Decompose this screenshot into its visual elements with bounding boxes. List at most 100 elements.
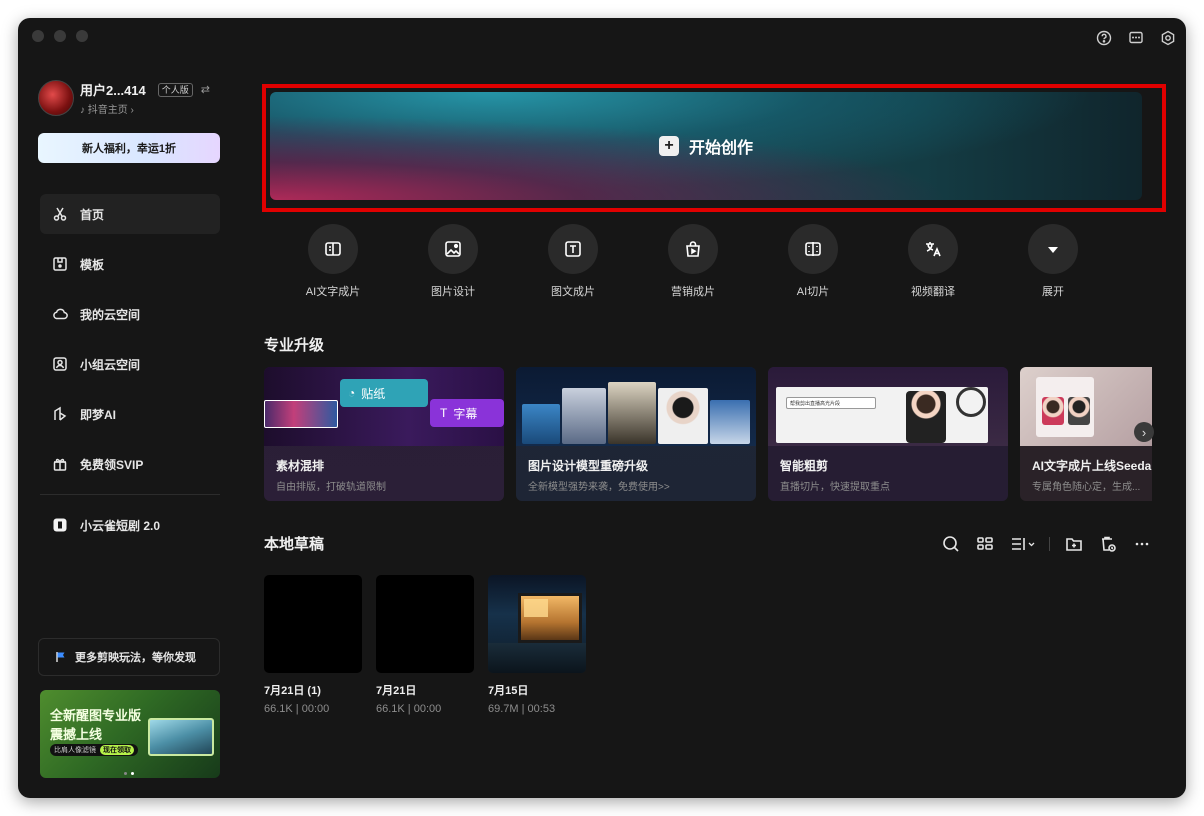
plan-badge: 个人版 bbox=[157, 82, 193, 97]
draft-meta: 69.7M | 00:53 bbox=[488, 703, 556, 715]
shop-window bbox=[524, 599, 548, 617]
scissors-icon bbox=[53, 207, 67, 221]
sidebar-divider bbox=[40, 494, 220, 495]
poster-image bbox=[608, 382, 656, 444]
prompt-bar: 帮我剪出直播高光片段 bbox=[786, 397, 876, 409]
draft-toolbar bbox=[941, 534, 1152, 554]
draft-meta: 66.1K | 00:00 bbox=[264, 703, 330, 715]
sidebar-item-label: 小组云空间 bbox=[80, 357, 141, 372]
text-t-icon: T bbox=[440, 406, 448, 420]
user-profile[interactable]: 用户2...414 个人版 ⇄ ♪ 抖音主页 › bbox=[38, 80, 210, 116]
poster-image bbox=[562, 388, 606, 444]
sidebar-item-jimeng-ai[interactable]: 即梦AI bbox=[40, 394, 220, 434]
card-material-mix[interactable]: ◔ 贴纸 T 字幕 素材混排 自由排版，打破轨道限制 bbox=[264, 367, 504, 501]
card-subtitle: 专属角色随心定，生成... bbox=[1032, 482, 1141, 493]
ad-banner[interactable]: 全新醒图专业版 震撼上线 比肩人像滤镜 现在领取 bbox=[40, 690, 220, 778]
card-subtitle: 全新模型强势来袭，免费使用>> bbox=[528, 482, 670, 493]
douyin-home-link[interactable]: ♪ 抖音主页 › bbox=[80, 101, 210, 116]
card-subtitle: 自由排版，打破轨道限制 bbox=[276, 482, 386, 493]
plus-icon: + bbox=[658, 136, 679, 156]
expand-down-icon bbox=[1048, 247, 1058, 253]
draft-item[interactable]: 7月21日 66.1K | 00:00 bbox=[376, 575, 474, 715]
start-creation-label: 开始创作 bbox=[688, 140, 753, 157]
draft-thumbnail bbox=[376, 575, 474, 673]
draft-list: 7月21日 (1) 66.1K | 00:00 7月21日 66.1K | 00… bbox=[264, 575, 586, 715]
image-design-icon bbox=[445, 241, 461, 257]
sidebar-item-home[interactable]: 首页 bbox=[40, 194, 220, 234]
avatar[interactable] bbox=[38, 80, 74, 116]
tool-label: 视频翻译 bbox=[911, 286, 955, 298]
sidebar-item-free-svip[interactable]: 免费领SVIP bbox=[40, 444, 220, 484]
ad-pill-text: 比肩人像滤镜 bbox=[54, 747, 96, 754]
recycle-bin-icon[interactable] bbox=[1098, 534, 1118, 554]
jimeng-icon bbox=[54, 406, 67, 421]
sidebar-item-label: 小云雀短剧 2.0 bbox=[80, 518, 161, 533]
tool-label: 营销成片 bbox=[671, 286, 715, 298]
street-image bbox=[488, 643, 586, 673]
group-cloud-icon bbox=[53, 357, 67, 371]
ad-cta[interactable]: 现在领取 bbox=[100, 745, 134, 755]
carousel-dot-active[interactable] bbox=[131, 772, 134, 775]
ad-title-line1: 全新醒图专业版 bbox=[50, 708, 142, 723]
character-avatar bbox=[1068, 397, 1090, 425]
tool-text-image-video[interactable]: 图文成片 bbox=[548, 224, 598, 299]
pro-upgrade-title: 专业升级 bbox=[264, 337, 325, 354]
more-options-icon[interactable] bbox=[1132, 534, 1152, 554]
sticker-label: 贴纸 bbox=[361, 386, 386, 401]
card-smart-rough-cut[interactable]: 帮我剪出直播高光片段 智能粗剪 直播切片，快速提取重点 bbox=[768, 367, 1008, 501]
tool-ai-text-video[interactable]: AI文字成片 bbox=[306, 224, 360, 299]
start-creation-button[interactable]: + 开始创作 bbox=[270, 92, 1142, 200]
new-folder-icon[interactable] bbox=[1064, 534, 1084, 554]
local-drafts-title: 本地草稿 bbox=[264, 536, 325, 553]
live-screen-image: 帮我剪出直播高光片段 bbox=[776, 387, 988, 443]
user-name: 用户2...414 bbox=[80, 83, 146, 98]
tool-marketing-video[interactable]: 营销成片 bbox=[668, 224, 718, 299]
draft-item[interactable]: 7月15日 69.7M | 00:53 bbox=[488, 575, 586, 715]
draft-thumbnail bbox=[264, 575, 362, 673]
more-features-link[interactable]: 更多剪映玩法，等你发现 bbox=[38, 638, 220, 676]
tool-image-design[interactable]: 图片设计 bbox=[428, 224, 478, 299]
toolbar-separator bbox=[1049, 537, 1050, 551]
card-image-design-upgrade[interactable]: 图片设计模型重磅升级 全新模型强势来袭，免费使用>> bbox=[516, 367, 756, 501]
tool-video-translate[interactable]: 视频翻译 bbox=[908, 224, 958, 299]
chevron-right-icon: › bbox=[1141, 424, 1147, 440]
grid-view-icon[interactable] bbox=[975, 534, 995, 554]
pro-upgrade-cards: ◔ 贴纸 T 字幕 素材混排 自由排版，打破轨道限制 图片设计模型重磅升级 全新模型… bbox=[264, 367, 1152, 501]
template-icon bbox=[53, 257, 67, 271]
search-icon[interactable] bbox=[941, 534, 961, 554]
help-icon[interactable] bbox=[1096, 30, 1112, 46]
douyin-home-label: 抖音主页 bbox=[87, 105, 128, 116]
sort-list-icon[interactable] bbox=[1009, 534, 1035, 554]
draft-item[interactable]: 7月21日 (1) 66.1K | 00:00 bbox=[264, 575, 362, 715]
card-title: 素材混排 bbox=[276, 459, 325, 473]
video-thumb bbox=[264, 400, 338, 428]
sidebar-item-label: 首页 bbox=[80, 207, 105, 222]
card-image: ◔ 贴纸 T 字幕 bbox=[264, 367, 504, 446]
draft-thumbnail bbox=[488, 575, 586, 673]
sidebar-item-group-cloud[interactable]: 小组云空间 bbox=[40, 344, 220, 384]
sidebar-item-my-cloud[interactable]: 我的云空间 bbox=[40, 294, 220, 334]
text-image-video-icon bbox=[565, 241, 581, 257]
sidebar-item-templates[interactable]: 模板 bbox=[40, 244, 220, 284]
ad-carousel-dots bbox=[124, 772, 134, 775]
feedback-icon[interactable] bbox=[1128, 30, 1144, 46]
gift-icon bbox=[53, 458, 67, 471]
draft-name: 7月15日 bbox=[488, 685, 529, 697]
sidebar-item-xiaoyunque[interactable]: 小云雀短剧 2.0 bbox=[40, 505, 220, 545]
carousel-next-button[interactable]: › bbox=[1134, 422, 1154, 442]
ring-light bbox=[956, 387, 986, 417]
card-title: 图片设计模型重磅升级 bbox=[528, 459, 649, 473]
xiaoyunque-icon bbox=[53, 518, 67, 532]
new-user-promo-button[interactable]: 新人福利，幸运1折 bbox=[38, 133, 220, 163]
settings-icon[interactable] bbox=[1160, 30, 1176, 46]
sidebar-item-label: 即梦AI bbox=[80, 407, 117, 422]
carousel-dot[interactable] bbox=[124, 772, 127, 775]
card-ai-text-video-seedance[interactable]: AI文字成片上线Seedance 专属角色随心定，生成... bbox=[1020, 367, 1152, 501]
top-right-icons bbox=[1096, 30, 1176, 46]
card-image: 帮我剪出直播高光片段 bbox=[768, 367, 1008, 446]
tool-expand[interactable]: 展开 bbox=[1028, 224, 1078, 299]
tool-ai-slice[interactable]: AI切片 bbox=[788, 224, 838, 299]
poster-image bbox=[658, 388, 708, 444]
sidebar-nav: 首页 模板 我的云空间 小组云空间 即梦AI 免费领SVIP 小云雀短剧 2.0 bbox=[40, 194, 220, 555]
switch-account-icon[interactable]: ⇄ bbox=[201, 83, 210, 96]
